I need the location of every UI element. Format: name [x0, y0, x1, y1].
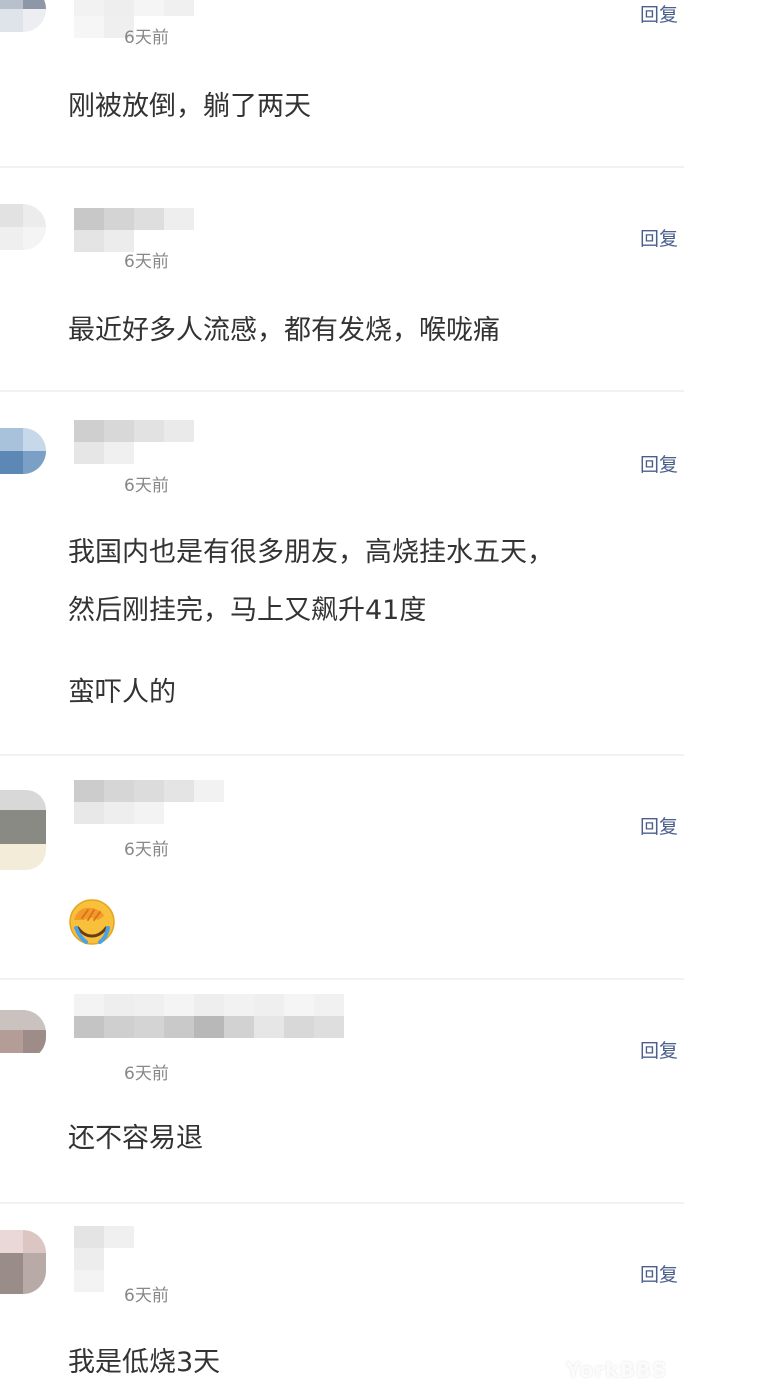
comment-text-line: 我国内也是有很多朋友，高烧挂水五天，	[68, 537, 554, 568]
face-palm-emoji	[69, 899, 115, 945]
comment-time: 6天前	[124, 252, 169, 272]
comment-item: 6天前 回复	[0, 756, 684, 980]
reply-button[interactable]: 回复	[640, 228, 678, 250]
avatar[interactable]	[0, 1230, 46, 1294]
avatar[interactable]	[0, 428, 46, 474]
reply-button[interactable]: 回复	[640, 454, 678, 476]
reply-button[interactable]: 回复	[640, 4, 678, 26]
reply-button[interactable]: 回复	[640, 1264, 678, 1286]
avatar[interactable]	[0, 790, 46, 870]
comment-text: 我是低烧3天	[68, 1347, 221, 1378]
comment-text: 还不容易退	[68, 1123, 203, 1154]
comment-item: 6天前 回复 还不容易退	[0, 980, 684, 1204]
avatar[interactable]	[0, 1010, 46, 1060]
comment-item: 6天前 回复 我国内也是有很多朋友，高烧挂水五天， 然后刚挂完，马上又飙升41度…	[0, 392, 684, 756]
comment-text: 最近好多人流感，都有发烧，喉咙痛	[68, 315, 500, 346]
comment-text-line: 然后刚挂完，马上又飙升41度	[68, 595, 427, 626]
comment-time: 6天前	[124, 28, 169, 48]
comment-item: 6天前 回复 刚被放倒，躺了两天	[0, 0, 684, 168]
comment-item: 6天前 回复 最近好多人流感，都有发烧，喉咙痛	[0, 168, 684, 392]
comment-text: 刚被放倒，躺了两天	[68, 91, 311, 122]
avatar[interactable]	[0, 204, 46, 250]
comment-text-line: 蛮吓人的	[68, 677, 176, 708]
comment-time: 6天前	[124, 840, 169, 860]
comment-time: 6天前	[124, 1064, 169, 1084]
comment-time: 6天前	[124, 476, 169, 496]
watermark: YorkBBS	[566, 1358, 668, 1382]
reply-button[interactable]: 回复	[640, 816, 678, 838]
comment-time: 6天前	[124, 1286, 169, 1306]
reply-button[interactable]: 回复	[640, 1040, 678, 1062]
avatar[interactable]	[0, 0, 46, 32]
